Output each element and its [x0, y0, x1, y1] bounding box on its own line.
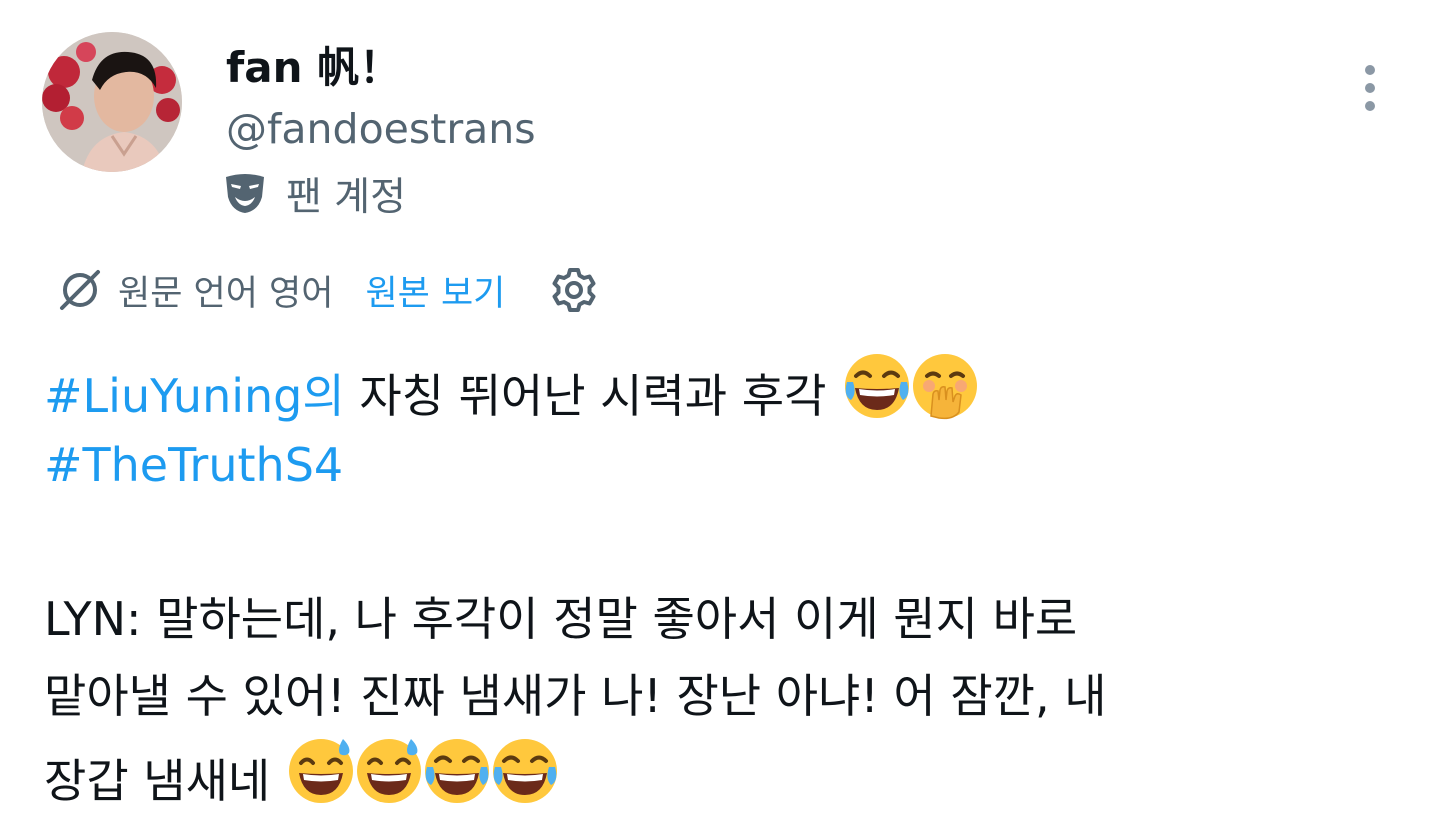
hashtag-link[interactable]: #LiuYuning의 [44, 369, 345, 423]
grinning-face-with-sweat-icon [285, 735, 357, 807]
face-with-tears-of-joy-icon [841, 350, 913, 422]
tweet-text-segment: 장갑 냄새네 [44, 754, 285, 808]
translation-notice: 원문 언어 영어 원본 보기 [56, 262, 601, 318]
tweet-line: #TheTruthS4 [44, 427, 1414, 504]
translated-from-label: 원문 언어 영어 [118, 273, 334, 314]
user-handle[interactable]: @fandoestrans [226, 102, 536, 156]
fan-account-badge: 팬 계정 [222, 166, 406, 222]
grinning-face-with-sweat-icon [353, 735, 425, 807]
tweet-line: LYN: 말하는데, 나 후각이 정말 좋아서 이게 뭔지 바로 [44, 592, 1078, 646]
theater-mask-icon [226, 174, 264, 213]
tweet-line: 장갑 냄새네 [44, 735, 1414, 812]
face-with-tears-of-joy-icon [421, 735, 493, 807]
gear-icon [552, 268, 596, 312]
face-with-tears-of-joy-icon [489, 735, 561, 807]
tweet-line-break [44, 504, 1414, 581]
show-original-link[interactable]: 원본 보기 [365, 265, 505, 316]
tweet-text: #LiuYuning의 자칭 뛰어난 시력과 후각 #TheTruthS4 LY… [44, 350, 1414, 812]
more-options-button[interactable] [1342, 56, 1398, 120]
globe-slash-icon [60, 270, 100, 310]
more-vertical-icon [1365, 65, 1375, 111]
tweet-text-segment: 자칭 뛰어난 시력과 후각 [344, 369, 842, 423]
display-name[interactable]: fan 帆！ [226, 40, 401, 96]
avatar[interactable] [42, 32, 182, 172]
hashtag-link[interactable]: #TheTruthS4 [44, 438, 343, 492]
tweet-line: 맡아낼 수 있어! 진짜 냄새가 나! 장난 아냐! 어 잠깐, 내 [44, 669, 1107, 723]
fan-account-label: 팬 계정 [286, 175, 407, 220]
tweet-line: #LiuYuning의 자칭 뛰어난 시력과 후각 [44, 350, 1414, 427]
translation-settings-button[interactable] [547, 263, 601, 317]
face-with-hand-over-mouth-icon [909, 350, 981, 422]
